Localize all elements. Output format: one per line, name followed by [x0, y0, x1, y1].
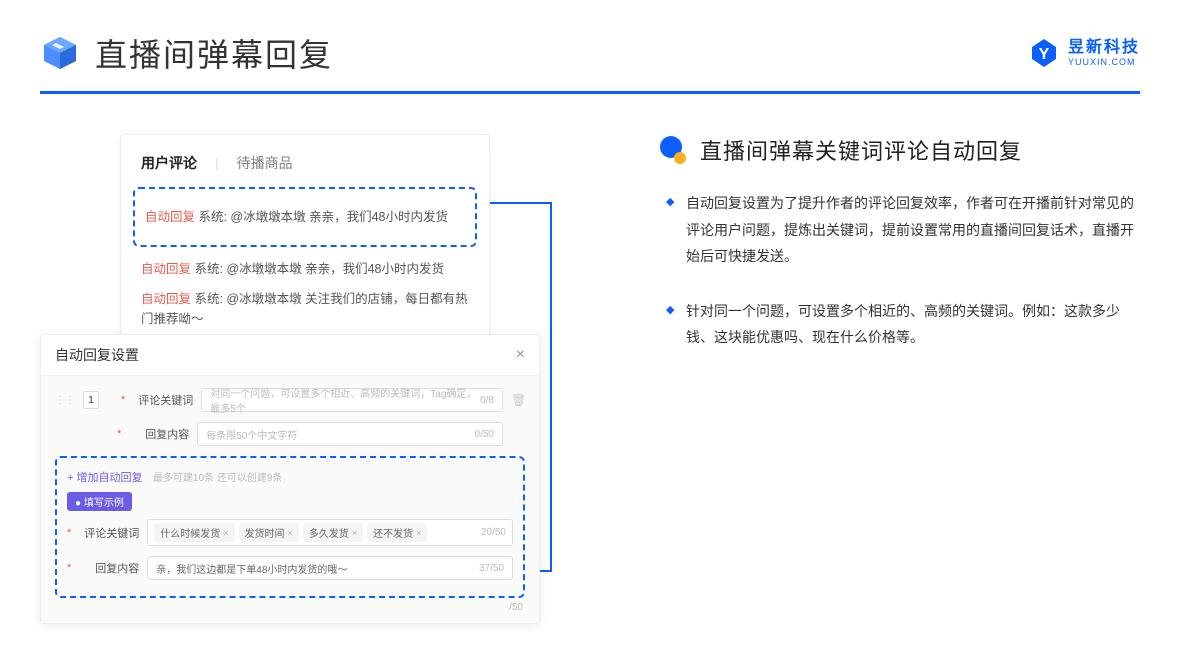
required-marker: * [67, 527, 71, 539]
section-title: 直播间弹幕关键词评论自动回复 [700, 134, 1022, 166]
comment-item: 自动回复 系统: @冰墩墩本墩 亲亲，我们48小时内发货 [145, 207, 465, 227]
drag-handle-icon[interactable]: ⋮⋮ [55, 395, 75, 406]
required-marker: * [121, 394, 125, 406]
required-marker: * [117, 428, 121, 440]
side-counter: /50 [55, 598, 525, 613]
content-input[interactable]: 每条限50个中文字符 0/50 [197, 422, 503, 446]
example-chip: ● 填写示例 [67, 492, 132, 511]
example-keyword-input[interactable]: 什么时候发货× 发货时间× 多久发货× 还不发货× 20/50 [147, 519, 513, 546]
comment-item: 自动回复 系统: @冰墩墩本墩 关注我们的店铺，每日都有热门推荐呦～ [141, 289, 469, 329]
keyword-label: 评论关键词 [133, 392, 193, 408]
tab-separator: | [215, 155, 219, 171]
required-marker: * [67, 562, 71, 574]
bubble-icon [660, 136, 688, 164]
close-icon[interactable]: × [516, 346, 525, 364]
example-keyword-label: 评论关键词 [79, 525, 139, 541]
cube-icon [40, 33, 80, 73]
keyword-tag: 多久发货× [303, 523, 363, 542]
bullet-item: 自动回复设置为了提升作者的评论回复效率，作者可在开播前针对常见的评论用户问题，提… [666, 190, 1140, 270]
example-content-input[interactable]: 亲，我们这边都是下单48小时内发货的哦～ 37/50 [147, 556, 513, 580]
comment-item: 自动回复 系统: @冰墩墩本墩 亲亲，我们48小时内发货 [141, 259, 469, 279]
keyword-input[interactable]: 对同一个问题，可设置多个相近、高频的关键词，Tag确定，最多5个 0/8 [201, 388, 503, 412]
delete-icon[interactable]: 🗑 [511, 393, 525, 407]
add-auto-reply-link[interactable]: + 增加自动回复 [67, 472, 142, 484]
page-title: 直播间弹幕回复 [95, 30, 333, 76]
brand-name-en: YUUXIN.COM [1068, 58, 1140, 67]
example-section: + 增加自动回复 最多可建10条 还可以创建9条 ● 填写示例 * 评论关键词 … [55, 456, 525, 598]
keyword-tag: 发货时间× [239, 523, 299, 542]
highlighted-comment-box: 自动回复 系统: @冰墩墩本墩 亲亲，我们48小时内发货 [133, 187, 477, 247]
brand-logo: Y 昱新科技 YUUXIN.COM [1028, 37, 1140, 69]
example-content-label: 回复内容 [79, 560, 139, 576]
connector-line [490, 202, 552, 204]
add-note: 最多可建10条 还可以创建9条 [153, 473, 282, 484]
svg-text:Y: Y [1039, 46, 1050, 63]
item-number: 1 [83, 391, 99, 409]
content-label: 回复内容 [129, 426, 189, 442]
auto-reply-settings-panel: 自动回复设置 × ⋮⋮ 1 * 评论关键词 对同一个问题，可设置多个相近、高频的… [40, 334, 540, 624]
bullet-item: 针对同一个问题，可设置多个相近的、高频的关键词。例如：这款多少钱、这块能优惠吗、… [666, 298, 1140, 351]
keyword-tag: 还不发货× [367, 523, 427, 542]
keyword-tag: 什么时候发货× [154, 523, 234, 542]
brand-name-zh: 昱新科技 [1068, 40, 1140, 56]
tab-user-comments[interactable]: 用户评论 [141, 153, 197, 173]
connector-line [550, 202, 552, 572]
settings-title: 自动回复设置 [55, 345, 139, 365]
tab-pending-goods[interactable]: 待播商品 [237, 153, 293, 173]
brand-icon: Y [1028, 37, 1060, 69]
